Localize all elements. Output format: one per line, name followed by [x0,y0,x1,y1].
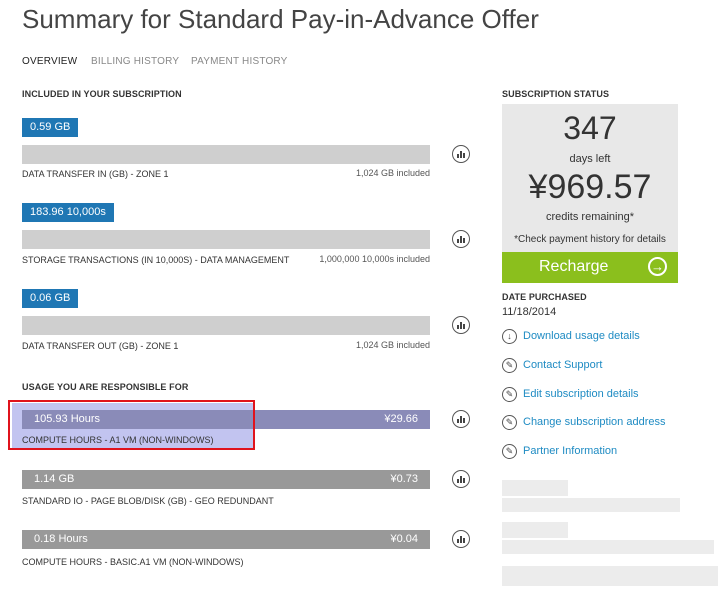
included-value-badge: 0.59 GB [22,118,79,137]
redacted-area [502,522,568,538]
arrow-right-icon: → [648,257,667,276]
date-purchased-value: 11/18/2014 [502,306,557,318]
change-address-link[interactable]: ✎ Change subscription address [502,415,672,431]
usage-value: 0.18 Hours [34,533,88,545]
link-label: Change subscription address [523,416,666,428]
days-left-label: days left [569,153,611,165]
included-amount: 1,024 GB included [355,168,430,178]
pencil-icon: ✎ [502,444,517,459]
usage-chart-icon[interactable] [452,316,470,334]
status-heading: SUBSCRIPTION STATUS [502,89,610,99]
link-label: Partner Information [523,445,618,457]
usage-chart-icon[interactable] [452,410,470,428]
days-left-value: 347 [563,110,617,146]
redacted-area [502,480,568,496]
pencil-icon: ✎ [502,358,517,373]
usage-cost: ¥0.04 [390,533,418,545]
usage-label: STANDARD IO - PAGE BLOB/DISK (GB) - GEO … [22,496,274,506]
credits-value: ¥969.57 [528,168,652,206]
usage-cost: ¥0.73 [390,473,418,485]
usage-chart-icon[interactable] [452,470,470,488]
usage-heading: USAGE YOU ARE RESPONSIBLE FOR [22,382,189,392]
edit-subscription-link[interactable]: ✎ Edit subscription details [502,387,652,403]
recharge-button[interactable]: Recharge → [502,252,678,283]
credits-label: credits remaining* [545,211,635,223]
link-label: Edit subscription details [523,388,639,400]
included-usage-bar [22,230,430,249]
usage-chart-icon[interactable] [452,530,470,548]
included-item-label: DATA TRANSFER IN (GB) - ZONE 1 [22,169,169,179]
redacted-area [502,498,680,512]
included-heading: INCLUDED IN YOUR SUBSCRIPTION [22,89,182,99]
link-label: Contact Support [523,359,603,371]
usage-bar: 0.18 Hours ¥0.04 [22,530,430,549]
redacted-area [502,540,714,554]
included-amount: 1,024 GB included [355,340,430,350]
page-title: Summary for Standard Pay-in-Advance Offe… [22,4,539,34]
tab-payment-history[interactable]: PAYMENT HISTORY [191,56,288,67]
payment-note: *Check payment history for details [514,234,666,245]
included-value-badge: 183.96 10,000s [22,203,114,222]
usage-label: COMPUTE HOURS - BASIC.A1 VM (NON-WINDOWS… [22,557,244,567]
recharge-label: Recharge [539,258,609,275]
included-usage-bar [22,316,430,335]
date-purchased-heading: DATE PURCHASED [502,292,587,302]
included-item-label: DATA TRANSFER OUT (GB) - ZONE 1 [22,341,179,351]
included-amount: 1,000,000 10,000s included [319,254,430,264]
usage-bar: 1.14 GB ¥0.73 [22,470,430,489]
pencil-icon: ✎ [502,387,517,402]
included-value-badge: 0.06 GB [22,289,79,308]
contact-support-link[interactable]: ✎ Contact Support [502,358,622,374]
usage-cost: ¥29.66 [384,413,418,425]
partner-information-link[interactable]: ✎ Partner Information [502,444,622,460]
tab-billing-history[interactable]: BILLING HISTORY [91,56,179,67]
redacted-area [502,566,718,586]
included-usage-bar [22,145,430,164]
pencil-icon: ✎ [502,415,517,430]
usage-chart-icon[interactable] [452,230,470,248]
usage-value: 1.14 GB [34,473,75,485]
download-usage-link[interactable]: ↓ Download usage details [502,329,652,345]
link-label: Download usage details [523,330,640,342]
highlight-box [8,400,255,450]
download-icon: ↓ [502,329,517,344]
included-item-label: STORAGE TRANSACTIONS (IN 10,000S) - DATA… [22,255,290,265]
tab-overview[interactable]: OVERVIEW [22,56,77,67]
usage-chart-icon[interactable] [452,145,470,163]
